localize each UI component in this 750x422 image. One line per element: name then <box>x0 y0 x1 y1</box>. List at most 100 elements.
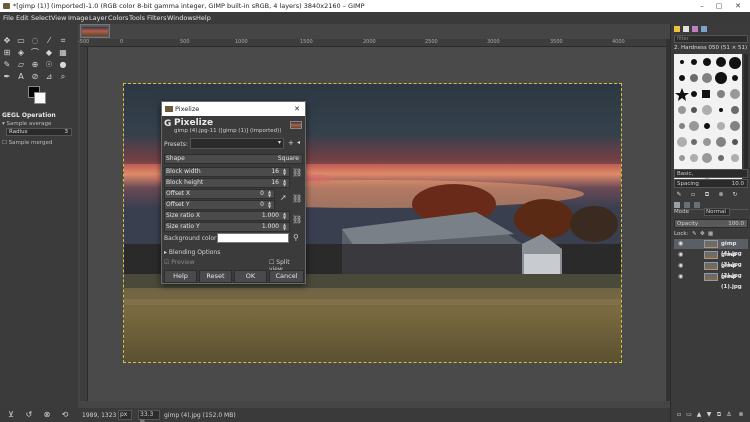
menu-image[interactable]: Image <box>68 12 88 24</box>
edit-brush-icon[interactable]: ✎ <box>674 190 684 200</box>
visibility-eye-icon[interactable]: ◉ <box>678 272 683 282</box>
paths-pen-tool-icon[interactable]: ✒ <box>2 72 12 82</box>
blending-options-expander[interactable]: ▸ Blending Options <box>164 249 220 256</box>
measure-tool-icon[interactable]: ⊿ <box>44 72 54 82</box>
offset-chain-icon[interactable]: ⛓ <box>292 194 302 203</box>
block-width-slider[interactable]: Block width 16 ▲ ▼ <box>164 167 290 177</box>
dialog-close-icon[interactable]: ✕ <box>294 102 300 116</box>
size-ratio-x-slider[interactable]: Size ratio X 1.000 ▲ ▼ <box>164 211 290 221</box>
fonts-tab-icon[interactable] <box>692 26 698 32</box>
offset-y-spinner[interactable]: ▲ ▼ <box>266 201 273 209</box>
add-preset-icon[interactable]: + <box>288 139 294 147</box>
menu-filters[interactable]: Filters <box>147 12 166 24</box>
preset-menu-icon[interactable]: ◂ <box>297 139 300 146</box>
layer-row[interactable]: ◉ gimp (4).jpg <box>674 239 748 257</box>
rect-select-tool-icon[interactable]: ▭ <box>16 36 26 46</box>
delete-layer-icon[interactable]: ⊗ <box>736 410 746 420</box>
zoom-select[interactable]: 33.3 % <box>138 410 160 422</box>
anchor-layer-icon[interactable]: ⚓ <box>724 410 734 420</box>
duplicate-brush-icon[interactable]: ⧉ <box>702 190 712 200</box>
visibility-eye-icon[interactable]: ◉ <box>678 250 683 260</box>
preview-checkbox[interactable]: ☑ Preview <box>164 259 195 266</box>
layer-row[interactable]: ◉ gimp (3).jpg <box>674 250 748 268</box>
close-button[interactable]: ✕ <box>726 0 750 12</box>
smudge-tool-icon[interactable]: ☉ <box>44 60 54 70</box>
background-color-swatch[interactable] <box>34 92 46 104</box>
offset-y-slider[interactable]: Offset Y 0 ▲ ▼ <box>164 200 275 210</box>
menu-view[interactable]: View <box>51 12 66 24</box>
size-ratio-y-slider[interactable]: Size ratio Y 1.000 ▲ ▼ <box>164 222 290 232</box>
text-tool-icon[interactable]: A <box>16 72 26 82</box>
brush-grid[interactable] <box>674 54 742 186</box>
new-brush-icon[interactable]: ▫ <box>688 190 698 200</box>
layer-row[interactable]: ◉ gimp (1).jpg <box>674 272 748 290</box>
gradients-tab-icon[interactable] <box>701 26 707 32</box>
menu-layer[interactable]: Layer <box>89 12 107 24</box>
menu-select[interactable]: Select <box>31 12 51 24</box>
visibility-eye-icon[interactable]: ◉ <box>678 239 683 249</box>
sample-average-toggle[interactable]: ▾ Sample average <box>2 121 51 127</box>
ok-button[interactable]: OK <box>234 270 267 283</box>
ratio-chain-icon[interactable]: ⛓ <box>292 215 302 224</box>
brush-scrollbar[interactable] <box>744 54 748 186</box>
horizontal-ruler[interactable]: -500 0 500 1000 1500 2000 2500 3000 3500… <box>78 39 666 47</box>
vertical-ruler[interactable] <box>80 47 88 401</box>
eraser-tool-icon[interactable]: ▱ <box>16 60 26 70</box>
move-tool-icon[interactable]: ✥ <box>2 36 12 46</box>
crop-tool-icon[interactable]: ⌗ <box>58 36 68 46</box>
size-ratio-x-spinner[interactable]: ▲ ▼ <box>281 212 288 220</box>
visibility-eye-icon[interactable]: ◉ <box>678 261 683 271</box>
background-color-button[interactable] <box>217 233 289 243</box>
menu-help[interactable]: Help <box>196 12 211 24</box>
clone-tool-icon[interactable]: ⊕ <box>30 60 40 70</box>
dodge-tool-icon[interactable]: ● <box>58 60 68 70</box>
bucket-fill-tool-icon[interactable]: ◆ <box>44 48 54 58</box>
mode-select[interactable]: Normal <box>704 208 730 216</box>
patterns-tab-icon[interactable] <box>683 26 689 32</box>
new-group-icon[interactable]: ▭ <box>684 410 694 420</box>
block-height-spinner[interactable]: ▲ ▼ <box>281 179 288 187</box>
refresh-brushes-icon[interactable]: ↻ <box>730 190 740 200</box>
cancel-button[interactable]: Cancel <box>269 270 304 283</box>
paths-tool-icon[interactable]: ⌒ <box>30 48 40 58</box>
save-options-icon[interactable]: ⊻ <box>6 410 16 420</box>
raise-layer-icon[interactable]: ▲ <box>694 410 704 420</box>
lock-alpha-icon[interactable]: ▦ <box>708 230 713 239</box>
zoom-tool-icon[interactable]: ⌕ <box>58 72 68 82</box>
menu-windows[interactable]: Windows <box>167 12 196 24</box>
opacity-slider[interactable]: Opacity 100.0 <box>674 219 748 228</box>
presets-select[interactable]: ▾ <box>190 138 284 149</box>
lower-layer-icon[interactable]: ▼ <box>704 410 714 420</box>
warp-tool-icon[interactable]: ◈ <box>16 48 26 58</box>
lock-position-icon[interactable]: ✥ <box>700 230 705 239</box>
help-button[interactable]: Help <box>164 270 197 283</box>
fuzzy-select-tool-icon[interactable]: ⁄ <box>44 36 54 46</box>
offset-x-spinner[interactable]: ▲ ▼ <box>266 190 273 198</box>
size-ratio-y-spinner[interactable]: ▲ ▼ <box>281 223 288 231</box>
pick-offset-pointer-icon[interactable]: ➚ <box>280 193 287 202</box>
duplicate-layer-icon[interactable]: ⧉ <box>714 410 724 420</box>
sample-merged-checkbox[interactable]: ☐ Sample merged <box>2 140 52 146</box>
brushes-tab-icon[interactable] <box>674 26 680 32</box>
new-layer-icon[interactable]: ▫ <box>674 410 684 420</box>
restore-options-icon[interactable]: ↺ <box>24 410 34 420</box>
transform-tool-icon[interactable]: ⊞ <box>2 48 12 58</box>
menu-edit[interactable]: Edit <box>16 12 29 24</box>
lasso-tool-icon[interactable]: ◌ <box>30 36 40 46</box>
block-height-slider[interactable]: Block height 16 ▲ ▼ <box>164 178 290 188</box>
lock-pixels-icon[interactable]: ✎ <box>692 230 697 239</box>
shape-select[interactable]: Shape Square <box>164 154 303 164</box>
menu-file[interactable]: File <box>3 12 14 24</box>
unit-select[interactable]: px <box>118 410 132 420</box>
menu-colors[interactable]: Colors <box>108 12 128 24</box>
image-tab-thumbnail[interactable] <box>80 24 110 38</box>
reset-options-icon[interactable]: ⟲ <box>60 410 70 420</box>
color-picker-icon[interactable]: ⚲ <box>293 233 299 242</box>
block-width-spinner[interactable]: ▲ ▼ <box>281 168 288 176</box>
brush-filter-input[interactable]: filter <box>674 35 748 43</box>
blend-tool-icon[interactable]: ▦ <box>58 48 68 58</box>
delete-options-icon[interactable]: ⊗ <box>42 410 52 420</box>
chain-link-icon[interactable]: ⛓ <box>292 168 302 177</box>
offset-x-slider[interactable]: Offset X 0 ▲ ▼ <box>164 189 275 199</box>
delete-brush-icon[interactable]: ⊗ <box>716 190 726 200</box>
